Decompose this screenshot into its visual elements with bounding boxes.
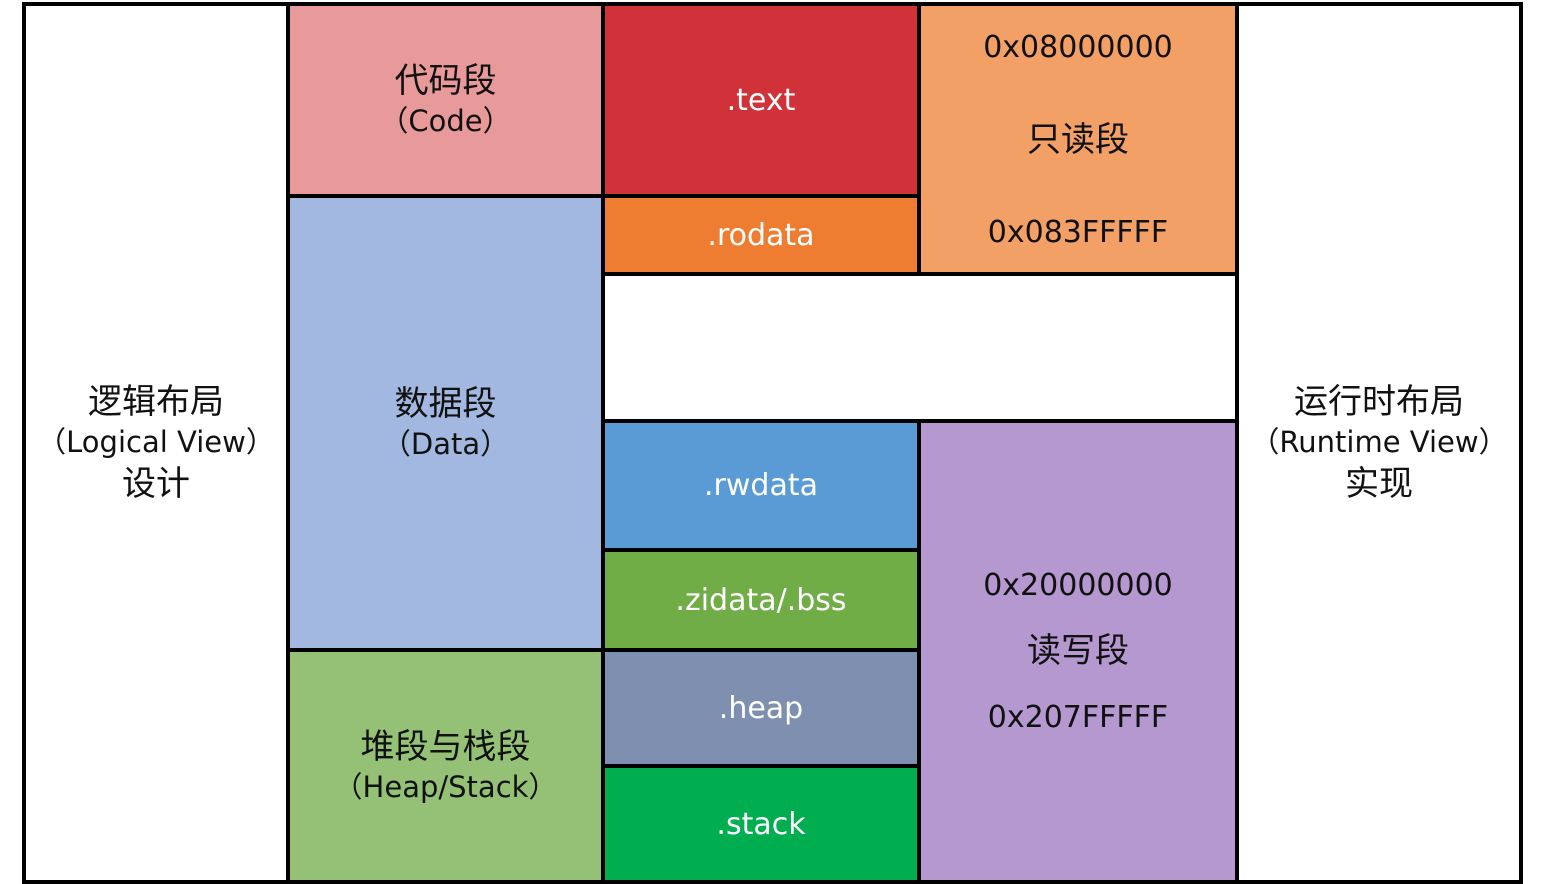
zidata-bss-section: .zidata/.bss (601, 548, 921, 652)
readonly-start-address: 0x08000000 (983, 30, 1173, 65)
readonly-end-address: 0x083FFFFF (987, 215, 1169, 250)
heap-section-label: .heap (718, 690, 804, 726)
zidata-bss-section-label: .zidata/.bss (675, 582, 847, 618)
rwdata-section: .rwdata (601, 419, 921, 552)
rodata-section-label: .rodata (707, 217, 815, 253)
text-section: .text (601, 2, 921, 198)
data-segment-title: 数据段 (394, 384, 497, 425)
heap-section: .heap (601, 648, 921, 768)
readwrite-region-name: 读写段 (1027, 631, 1129, 672)
readwrite-end-address: 0x207FFFFF (987, 699, 1169, 735)
logical-view-caption: 设计 (122, 463, 190, 504)
rodata-section: .rodata (601, 194, 921, 276)
readonly-region-name: 只读段 (1027, 119, 1129, 160)
logical-view-title: 逻辑布局 (88, 381, 224, 422)
data-segment: 数据段 （Data） (286, 194, 605, 652)
rwdata-section-label: .rwdata (704, 468, 818, 503)
data-segment-subtitle: （Data） (381, 427, 510, 462)
unused-gap (601, 272, 1239, 423)
readonly-region: 0x08000000 只读段 0x083FFFFF (917, 2, 1239, 276)
stack-section-label: .stack (716, 806, 806, 842)
code-segment: 代码段 （Code） (286, 2, 605, 198)
heap-stack-segment: 堆段与栈段 （Heap/Stack） (286, 648, 605, 884)
text-section-label: .text (726, 82, 796, 118)
readwrite-region: 0x20000000 读写段 0x207FFFFF (917, 419, 1239, 884)
heap-stack-segment-title: 堆段与栈段 (360, 727, 531, 768)
runtime-view-caption: 实现 (1345, 463, 1413, 504)
readwrite-start-address: 0x20000000 (983, 568, 1173, 604)
logical-view-panel: 逻辑布局 （Logical View） 设计 (22, 2, 290, 884)
code-segment-subtitle: （Code） (379, 104, 512, 139)
runtime-view-panel: 运行时布局 （Runtime View） 实现 (1235, 2, 1523, 884)
runtime-view-subtitle: （Runtime View） (1250, 425, 1508, 460)
logical-view-subtitle: （Logical View） (37, 425, 275, 460)
stack-section: .stack (601, 764, 921, 884)
code-segment-title: 代码段 (394, 61, 497, 102)
runtime-view-title: 运行时布局 (1294, 381, 1464, 422)
heap-stack-segment-subtitle: （Heap/Stack） (333, 770, 558, 805)
